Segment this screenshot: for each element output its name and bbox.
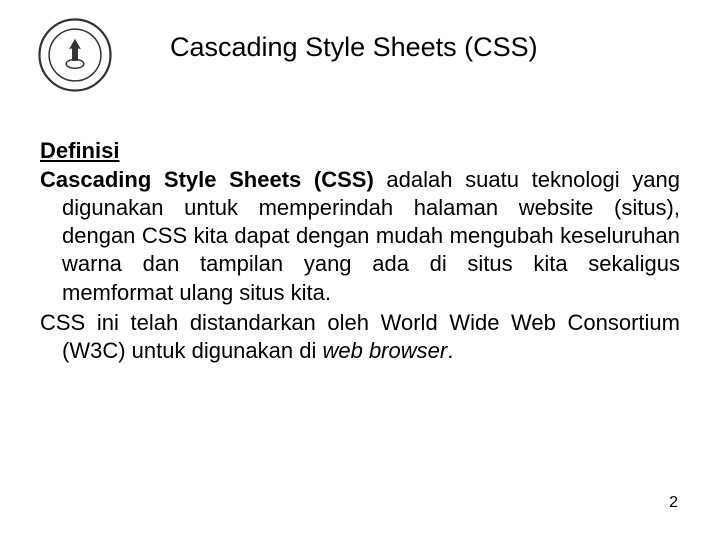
paragraph-2-part2: . <box>447 338 453 363</box>
slide-title: Cascading Style Sheets (CSS) <box>170 32 680 63</box>
paragraph-2: CSS ini telah distandarkan oleh World Wi… <box>40 309 680 365</box>
slide-content: Definisi Cascading Style Sheets (CSS) ad… <box>40 138 680 367</box>
paragraph-1: Cascading Style Sheets (CSS) adalah suat… <box>40 166 680 307</box>
page-number: 2 <box>669 494 678 512</box>
paragraph-1-lead: Cascading Style Sheets (CSS) <box>40 167 374 192</box>
institution-logo <box>38 18 112 92</box>
paragraph-2-italic: web browser <box>322 338 447 363</box>
section-heading: Definisi <box>40 138 680 164</box>
